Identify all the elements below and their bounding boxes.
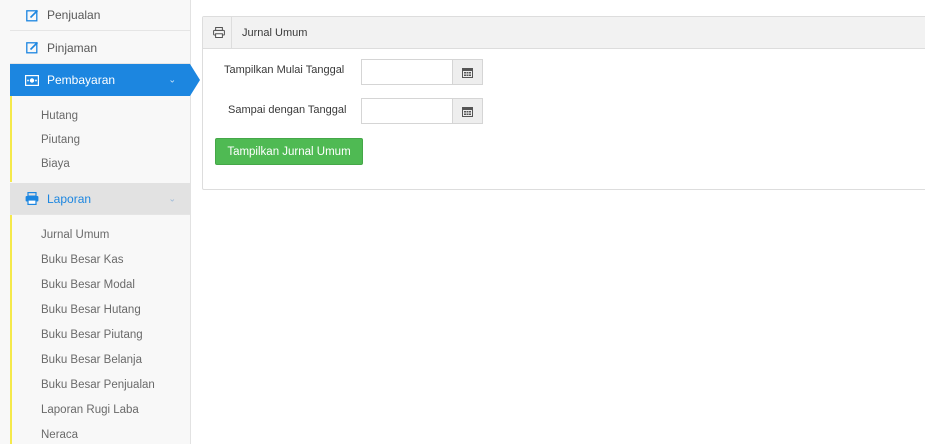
sidebar-item-label: Pinjaman — [47, 40, 98, 55]
sidebar-subitem-biaya[interactable]: Biaya — [41, 157, 70, 171]
submenu-indicator — [10, 96, 12, 182]
sidebar-item-label: Pembayaran — [47, 73, 116, 87]
show-jurnal-umum-button[interactable]: Tampilkan Jurnal Umum — [215, 138, 363, 165]
end-date-input[interactable] — [361, 98, 453, 124]
sidebar-subitem-buku-besar-kas[interactable]: Buku Besar Kas — [41, 253, 123, 267]
sidebar-subitem-buku-besar-modal[interactable]: Buku Besar Modal — [41, 278, 135, 292]
submenu-indicator — [10, 214, 12, 444]
money-icon — [25, 73, 39, 87]
sidebar-subitem-jurnal-umum[interactable]: Jurnal Umum — [41, 228, 109, 242]
sidebar-subitem-buku-besar-hutang[interactable]: Buku Besar Hutang — [41, 303, 141, 317]
sidebar-item-pembayaran[interactable]: Pembayaran ⌄ — [10, 64, 200, 96]
sidebar-item-label: Laporan — [47, 191, 92, 206]
sidebar-item-pinjaman[interactable]: Pinjaman — [10, 32, 190, 64]
sidebar-item-penjualan[interactable]: Penjualan — [10, 0, 190, 31]
sidebar: Penjualan Pinjaman Pembayaran ⌄ Hutang P… — [0, 0, 200, 444]
sidebar-subitem-buku-besar-belanja[interactable]: Buku Besar Belanja — [41, 353, 142, 367]
print-icon — [213, 26, 225, 39]
calendar-icon — [462, 67, 473, 78]
sidebar-subitem-hutang[interactable]: Hutang — [41, 109, 78, 123]
edit-icon — [25, 8, 39, 22]
start-date-calendar-button[interactable] — [452, 59, 483, 85]
calendar-icon — [462, 106, 473, 117]
header-divider — [231, 17, 232, 48]
end-date-label: Sampai dengan Tanggal — [228, 104, 347, 116]
edit-icon — [25, 41, 39, 55]
sidebar-subitem-neraca[interactable]: Neraca — [41, 428, 78, 442]
panel-header: Jurnal Umum — [203, 17, 925, 49]
start-date-label: Tampilkan Mulai Tanggal — [224, 64, 345, 76]
sidebar-subitem-laporan-rugi-laba[interactable]: Laporan Rugi Laba — [41, 403, 139, 417]
chevron-down-icon: ⌄ — [168, 74, 176, 85]
panel-title: Jurnal Umum — [242, 26, 308, 39]
sidebar-subitem-buku-besar-piutang[interactable]: Buku Besar Piutang — [41, 328, 143, 342]
chevron-down-icon: ⌄ — [168, 193, 176, 203]
start-date-input[interactable] — [361, 59, 453, 85]
sidebar-subitem-buku-besar-penjualan[interactable]: Buku Besar Penjualan — [41, 378, 155, 392]
sidebar-item-laporan[interactable]: Laporan ⌄ — [10, 183, 190, 215]
print-icon — [25, 192, 39, 206]
sidebar-item-label: Penjualan — [47, 8, 101, 22]
sidebar-subitem-piutang[interactable]: Piutang — [41, 133, 80, 147]
end-date-calendar-button[interactable] — [452, 98, 483, 124]
